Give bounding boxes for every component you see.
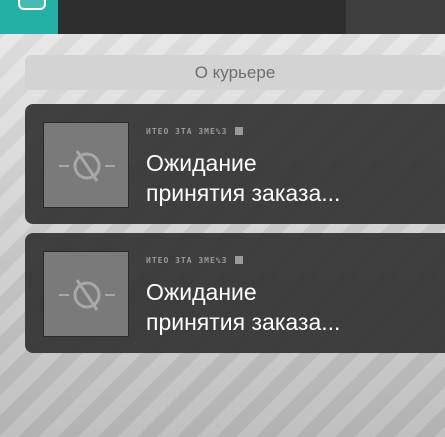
tab-active[interactable]	[0, 0, 58, 34]
order-meta: ИТЕО ЗТА ЗМЕ%З	[146, 124, 244, 138]
about-courier-label: О курьере	[194, 62, 276, 82]
tab-right[interactable]	[346, 0, 445, 34]
top-tab-bar	[0, 0, 445, 34]
order-thumbnail	[43, 251, 129, 337]
tab-middle[interactable]	[58, 0, 346, 34]
order-meta-text: ИТЕО ЗТА ЗМЕ%З	[146, 126, 228, 136]
tab-icon	[18, 0, 46, 10]
status-dot	[235, 256, 244, 264]
order-card[interactable]: ИТЕО ЗТА ЗМЕ%З Ожидание принятия заказа.…	[25, 104, 445, 224]
order-title: Ожидание принятия заказа...	[146, 148, 442, 208]
order-title-line1: Ожидание	[146, 279, 257, 305]
about-courier-button[interactable]: О курьере	[25, 55, 445, 90]
order-meta-text: ИТЕО ЗТА ЗМЕ%З	[146, 255, 228, 265]
order-meta: ИТЕО ЗТА ЗМЕ%З	[146, 253, 244, 267]
status-dot	[235, 127, 244, 135]
order-card[interactable]: ИТЕО ЗТА ЗМЕ%З Ожидание принятия заказа.…	[25, 233, 445, 353]
order-title-line2: принятия заказа...	[146, 180, 341, 206]
order-title-line2: принятия заказа...	[146, 309, 341, 335]
no-image-icon	[59, 279, 115, 311]
order-thumbnail	[43, 122, 129, 208]
no-image-icon	[59, 150, 115, 182]
order-title-line1: Ожидание	[146, 150, 257, 176]
order-title: Ожидание принятия заказа...	[146, 277, 442, 337]
